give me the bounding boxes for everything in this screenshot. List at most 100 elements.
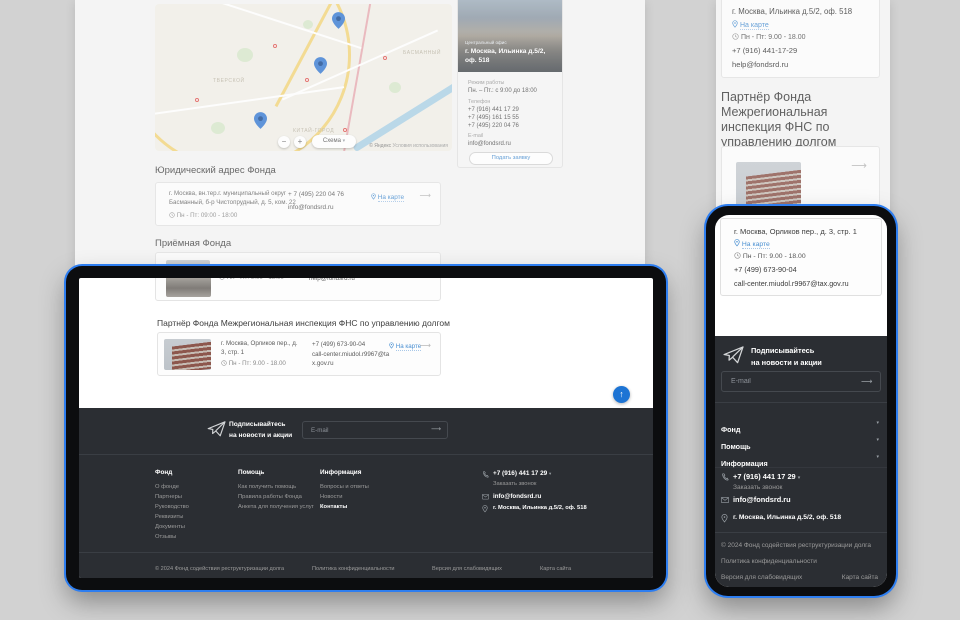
partner-hours-row: Пн - Пт: 9.00 - 18.00 [221, 360, 286, 367]
reception-email[interactable]: help@fondsrd.ru [309, 278, 355, 282]
reception-hours: Пн - Пт: 9.00 - 18.00 [227, 278, 284, 281]
map-metro-station [343, 128, 347, 132]
partner-map-link[interactable]: На карте [396, 343, 421, 351]
accordion-item-info[interactable]: Информация ▾ [721, 453, 879, 471]
footer-link[interactable]: Отзывы [155, 534, 176, 540]
office-phone-1[interactable]: +7 (916) 441 17 29 [468, 107, 519, 113]
office-phone-3[interactable]: +7 (495) 220 04 76 [468, 123, 519, 129]
legal-map-link-row[interactable]: На карте [371, 193, 404, 201]
privacy-policy-link[interactable]: Политика конфиденциальности [721, 558, 817, 565]
map-pin-icon[interactable] [332, 12, 345, 29]
legal-address-title: Юридический адрес Фонда [155, 165, 276, 176]
reception-map-link[interactable]: На карте [740, 22, 769, 30]
partner-phone[interactable]: +7 (499) 673-90-04 [734, 265, 797, 274]
reception-phone[interactable]: +7 (916) 441-17-29 [732, 46, 797, 55]
partner-map-link-row[interactable]: На карте [734, 239, 770, 248]
card-arrow-link[interactable]: ⟶ [851, 159, 867, 172]
legal-phone[interactable]: + 7 (495) 220 04 76 [288, 191, 344, 198]
map-terms-link[interactable]: Условия использования [393, 143, 449, 149]
footer-link[interactable]: Документы [155, 524, 185, 530]
map-copyright[interactable]: © Яндекс [369, 143, 391, 149]
partner-map-link[interactable]: На карте [742, 241, 770, 249]
legal-map-link[interactable]: На карте [378, 194, 404, 202]
footer-link-active[interactable]: Контакты [320, 504, 347, 510]
legal-hours: Пн - Пт: 09:00 - 18:00 [177, 212, 238, 219]
chevron-down-icon: ▾ [876, 454, 879, 460]
envelope-icon [482, 494, 489, 500]
central-office-card: Центральный офис г. Москва, Ильинка д.5/… [457, 0, 563, 168]
accordion-item-help[interactable]: Помощь ▾ [721, 436, 879, 454]
partner-email[interactable]: call-center.miudol.r9967@tax.gov.ru [312, 351, 390, 368]
accessibility-version-link[interactable]: Версия для слабовидящих [432, 566, 502, 572]
footer-address: г. Москва, Ильинка д.5/2, оф. 518 [733, 514, 841, 521]
footer-link[interactable]: Вопросы и ответы [320, 484, 369, 490]
office-photo-label: Центральный офис [465, 40, 507, 45]
footer-link[interactable]: Реквизиты [155, 514, 183, 520]
footer-col-title-fund: Фонд [155, 469, 172, 476]
footer-link[interactable]: Анкета для получения услуг [238, 504, 314, 510]
sitemap-link[interactable]: Карта сайта [842, 574, 878, 581]
partner-phone[interactable]: +7 (499) 673-90-04 [312, 341, 365, 348]
tablet-screen: Пн - Пт: 9.00 - 18.00 help@fondsrd.ru Па… [79, 278, 653, 578]
map-attribution: © Яндекс Условия использования [369, 143, 448, 149]
map-pin-icon[interactable] [254, 112, 267, 129]
accessibility-version-link[interactable]: Версия для слабовидящих [721, 574, 802, 581]
phone-icon [482, 471, 489, 478]
legal-email[interactable]: info@fondsrd.ru [288, 204, 334, 211]
offices-map[interactable]: ТВЕРСКОЙ БАСМАННЫЙ КИТАЙ-ГОРОД − + Схема… [155, 4, 452, 151]
envelope-icon [721, 497, 729, 503]
footer-phone[interactable]: +7 (916) 441 17 29 ▾ [493, 470, 551, 477]
office-phone-2[interactable]: +7 (495) 161 15 55 [468, 115, 519, 121]
partner-section-title: Партнёр Фонда Межрегиональная инспекция … [721, 90, 883, 150]
subscribe-submit-arrow[interactable]: ⟶ [861, 377, 872, 386]
phone-footer: Подписывайтесь на новости и акции ⟶ Фонд… [715, 336, 887, 587]
subscribe-email-input[interactable] [721, 371, 881, 392]
footer-link[interactable]: О фонде [155, 484, 179, 490]
pin-icon [732, 20, 738, 28]
scroll-to-top-button[interactable]: ↑ [613, 386, 630, 403]
reception-office-card: г. Москва, Ильинка д.5/2, оф. 518 На кар… [721, 0, 880, 78]
desktop-page-preview: ТВЕРСКОЙ БАСМАННЫЙ КИТАЙ-ГОРОД − + Схема… [75, 0, 645, 282]
reception-email[interactable]: help@fondsrd.ru [732, 60, 788, 69]
partner-email[interactable]: call-center.miudol.r9967@tax.gov.ru [734, 279, 849, 288]
sitemap-link[interactable]: Карта сайта [540, 566, 571, 572]
partner-building-photo [164, 339, 211, 370]
subscribe-email-input[interactable] [302, 421, 448, 439]
footer-link[interactable]: Руководство [155, 504, 189, 510]
footer-link[interactable]: Правила работы Фонда [238, 494, 302, 500]
map-park [237, 48, 253, 62]
reception-map-link-row[interactable]: На карте [732, 20, 769, 29]
submit-request-button[interactable]: Подать заявку [469, 152, 553, 165]
card-arrow-link[interactable]: ⟶ [420, 341, 431, 350]
phone-icon [721, 473, 729, 481]
map-district-label: ТВЕРСКОЙ [213, 78, 245, 84]
map-pin-icon[interactable] [314, 57, 327, 74]
map-park [211, 122, 225, 134]
subscribe-title-line2: на новости и акции [229, 431, 292, 442]
accordion-item-fund[interactable]: Фонд ▾ [721, 419, 879, 437]
footer-link[interactable]: Как получить помощь [238, 484, 296, 490]
footer-email[interactable]: info@fondsrd.ru [733, 495, 791, 504]
responsive-preview-stage: ТВЕРСКОЙ БАСМАННЫЙ КИТАЙ-ГОРОД − + Схема… [0, 0, 960, 620]
subscribe-submit-arrow[interactable]: ⟶ [431, 425, 441, 433]
footer-link[interactable]: Новости [320, 494, 342, 500]
callback-link[interactable]: Заказать звонок [493, 481, 536, 487]
clock-icon [732, 33, 739, 40]
partner-section-title: Партнёр Фонда Межрегиональная инспекция … [157, 318, 450, 328]
privacy-policy-link[interactable]: Политика конфиденциальности [312, 566, 395, 572]
office-hours-label: Режим работы [468, 80, 504, 86]
card-arrow-link[interactable]: ⟶ [420, 191, 431, 200]
map-layer-button[interactable]: Схема ▾ [312, 135, 356, 148]
office-email[interactable]: info@fondsrd.ru [468, 141, 511, 147]
subscribe-title-line1: Подписывайтесь [751, 345, 822, 357]
footer-link[interactable]: Партнеры [155, 494, 182, 500]
clock-icon [734, 252, 741, 259]
footer-phone[interactable]: +7 (916) 441 17 29 ▾ [733, 472, 800, 481]
partner-map-link-row[interactable]: На карте [389, 342, 421, 350]
map-zoom-in-button[interactable]: + [294, 136, 306, 148]
pin-icon [482, 505, 488, 513]
footer-email[interactable]: info@fondsrd.ru [493, 493, 541, 500]
reception-title: Приёмная Фонда [155, 238, 231, 249]
callback-link[interactable]: Заказать звонок [733, 484, 782, 491]
map-zoom-out-button[interactable]: − [278, 136, 290, 148]
